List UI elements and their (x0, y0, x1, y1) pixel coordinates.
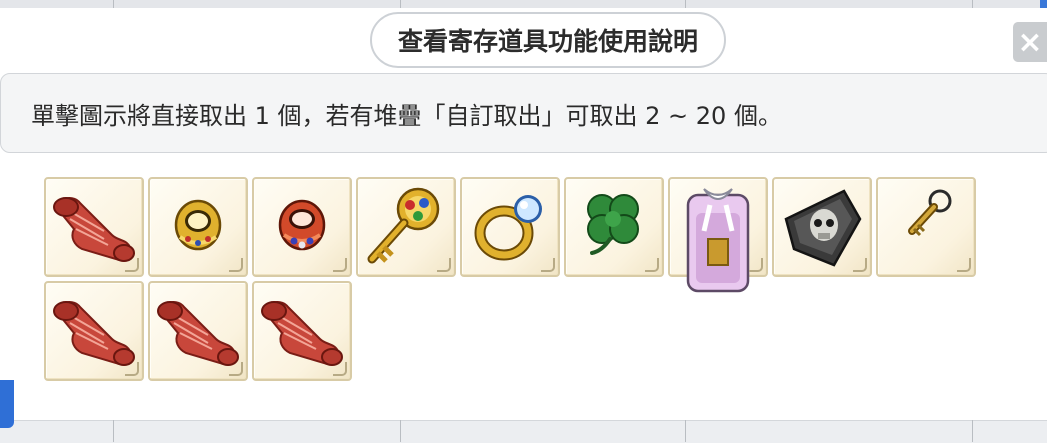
background-bottom-strip (0, 420, 1047, 443)
scroll-icon (53, 301, 135, 366)
clover-icon (587, 194, 639, 255)
background-divider (113, 420, 114, 442)
item-slot[interactable] (356, 177, 456, 277)
item-slot[interactable] (148, 177, 248, 277)
background-divider (400, 420, 401, 442)
background-divider (400, 0, 401, 8)
background-divider (685, 0, 686, 8)
background-divider (972, 0, 973, 8)
item-slot[interactable] (876, 177, 976, 277)
jeweled-key-icon (367, 187, 440, 264)
info-message: 單擊圖示將直接取出 1 個，若有堆疊「自訂取出」可取出 2 ~ 20 個。 (0, 73, 1047, 153)
red-ring-icon (278, 199, 326, 251)
item-slot[interactable] (44, 281, 144, 381)
scroll-icon (261, 301, 343, 366)
help-button[interactable]: 查看寄存道具功能使用說明 (370, 12, 726, 68)
diamond-ring-icon (474, 195, 542, 261)
item-slot[interactable] (772, 177, 872, 277)
background-top-strip (0, 0, 1047, 8)
close-button[interactable]: × (1013, 22, 1047, 62)
skull-shield-icon (784, 189, 862, 267)
item-slot[interactable] (44, 177, 144, 277)
scroll-icon (53, 197, 135, 262)
info-text: 單擊圖示將直接取出 1 個，若有堆疊「自訂取出」可取出 2 ~ 20 個。 (31, 101, 782, 130)
close-icon: × (1017, 24, 1043, 60)
item-slot[interactable] (564, 177, 664, 277)
background-marker (1040, 0, 1047, 8)
small-key-icon (908, 189, 952, 237)
background-marker (0, 380, 14, 428)
charm-tag-icon (686, 188, 750, 293)
scroll-icon (157, 301, 239, 366)
item-slot[interactable] (668, 177, 768, 293)
item-slot[interactable] (252, 281, 352, 381)
item-slot[interactable] (460, 177, 560, 277)
background-divider (972, 420, 973, 442)
background-divider (113, 0, 114, 8)
item-slot[interactable] (148, 281, 248, 381)
background-divider (685, 420, 686, 442)
item-slot[interactable] (252, 177, 352, 277)
gold-ring-icon (174, 199, 222, 251)
